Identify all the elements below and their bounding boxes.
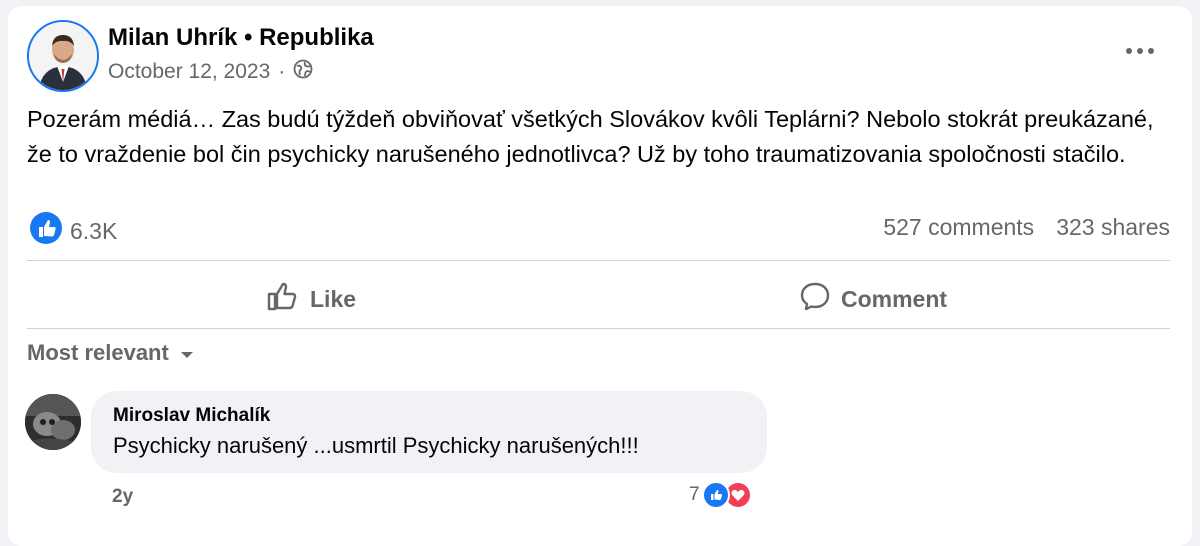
- divider: [27, 328, 1170, 329]
- post-card: Milan Uhrík • Republika October 12, 2023…: [8, 6, 1192, 546]
- comment-button[interactable]: Comment: [799, 274, 947, 324]
- comment-timestamp[interactable]: 2y: [112, 486, 133, 508]
- caret-down-icon: [179, 340, 195, 366]
- comments-count[interactable]: 527 comments: [883, 214, 1034, 241]
- globe-icon: [293, 59, 313, 85]
- more-options-icon[interactable]: [1120, 36, 1160, 66]
- commenter-avatar[interactable]: [25, 394, 81, 450]
- post-text: Pozerám médiá… Zas budú týždeň obviňovať…: [27, 106, 1154, 167]
- meta-separator: ·: [278, 60, 286, 83]
- reaction-summary[interactable]: 6.3K: [30, 212, 117, 250]
- like-reaction-icon: [30, 212, 62, 250]
- comment-reactions[interactable]: 7: [689, 481, 752, 509]
- comment-reaction-count: 7: [689, 484, 700, 505]
- comment-label: Comment: [841, 285, 948, 312]
- comment-sort-dropdown[interactable]: Most relevant: [27, 340, 195, 366]
- shares-count[interactable]: 323 shares: [1056, 214, 1170, 241]
- reaction-count: 6.3K: [70, 217, 118, 244]
- post-author-name[interactable]: Milan Uhrík • Republika: [108, 24, 374, 52]
- divider: [27, 260, 1170, 261]
- comment-bubble-icon: [799, 280, 831, 318]
- post-meta: October 12, 2023 ·: [108, 59, 313, 85]
- post-date[interactable]: October 12, 2023: [108, 60, 270, 84]
- author-avatar[interactable]: [27, 20, 99, 92]
- like-button[interactable]: Like: [266, 274, 356, 324]
- thumbs-up-icon: [266, 280, 300, 318]
- like-label: Like: [310, 285, 357, 312]
- engagement-counts: 527 comments 323 shares: [883, 214, 1170, 241]
- sort-label: Most relevant: [27, 340, 169, 365]
- like-reaction-icon: [701, 481, 730, 509]
- comment-text: Psychicky narušený ...usmrtil Psychicky …: [113, 433, 639, 458]
- comment-author[interactable]: Miroslav Michalík: [113, 405, 745, 427]
- comment-bubble: Miroslav Michalík Psychicky narušený ...…: [91, 391, 767, 473]
